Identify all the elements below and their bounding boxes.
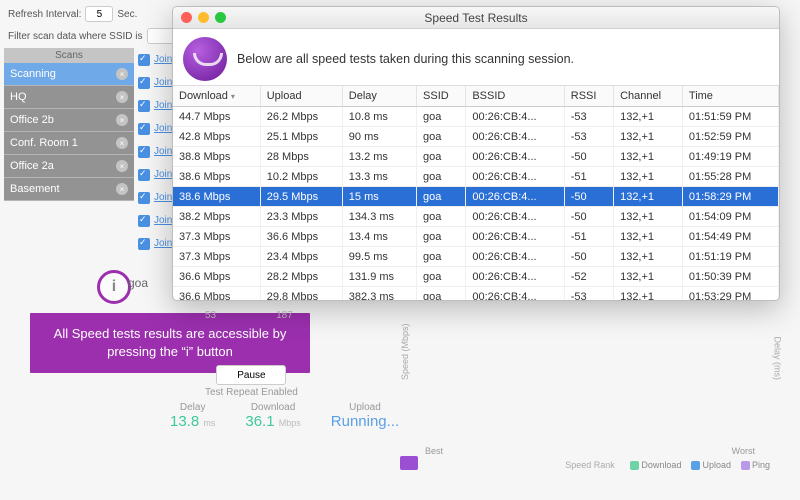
table-row[interactable]: 38.8 Mbps28 Mbps13.2 msgoa00:26:CB:4...-… bbox=[173, 147, 779, 167]
column-rssi[interactable]: RSSI bbox=[564, 86, 613, 107]
checkbox[interactable] bbox=[138, 215, 150, 227]
results-table: Download▾UploadDelaySSIDBSSIDRSSIChannel… bbox=[173, 86, 779, 300]
join-link[interactable]: Join bbox=[154, 192, 172, 203]
table-row[interactable]: 42.8 Mbps25.1 Mbps90 msgoa00:26:CB:4...-… bbox=[173, 127, 779, 147]
checkbox[interactable] bbox=[138, 192, 150, 204]
close-icon[interactable]: × bbox=[116, 183, 128, 195]
checkbox[interactable] bbox=[138, 123, 150, 135]
scans-header: Scans bbox=[4, 48, 134, 63]
chart-icon[interactable] bbox=[400, 456, 418, 470]
gauge-area: 53187 Pause Test Repeat Enabled bbox=[205, 310, 298, 398]
checkbox[interactable] bbox=[138, 100, 150, 112]
test-repeat-label: Test Repeat Enabled bbox=[205, 387, 298, 398]
titlebar[interactable]: Speed Test Results bbox=[173, 7, 779, 29]
column-delay[interactable]: Delay bbox=[342, 86, 416, 107]
join-link[interactable]: Join bbox=[154, 238, 172, 249]
table-row[interactable]: 38.6 Mbps29.5 Mbps15 msgoa00:26:CB:4...-… bbox=[173, 187, 779, 207]
refresh-label: Refresh Interval: bbox=[8, 9, 81, 20]
table-row[interactable]: 36.6 Mbps29.8 Mbps382.3 msgoa00:26:CB:4.… bbox=[173, 287, 779, 301]
sec-label: Sec. bbox=[117, 9, 137, 20]
table-row[interactable]: 37.3 Mbps36.6 Mbps13.4 msgoa00:26:CB:4..… bbox=[173, 227, 779, 247]
chart-legend: Download Upload Ping bbox=[630, 460, 770, 470]
close-icon[interactable]: × bbox=[116, 68, 128, 80]
stats-row: Delay13.8 ms Download36.1 Mbps UploadRun… bbox=[170, 402, 399, 430]
scans-sidebar: Scans Scanning×HQ×Office 2b×Conf. Room 1… bbox=[4, 48, 134, 201]
sidebar-item-basement[interactable]: Basement× bbox=[4, 178, 134, 201]
sidebar-item-office-2b[interactable]: Office 2b× bbox=[4, 109, 134, 132]
app-icon bbox=[183, 37, 227, 81]
table-row[interactable]: 44.7 Mbps26.2 Mbps10.8 msgoa00:26:CB:4..… bbox=[173, 107, 779, 127]
sidebar-item-scanning[interactable]: Scanning× bbox=[4, 63, 134, 86]
ssid-badge: goa bbox=[128, 276, 148, 290]
column-upload[interactable]: Upload bbox=[260, 86, 342, 107]
table-row[interactable]: 36.6 Mbps28.2 Mbps131.9 msgoa00:26:CB:4.… bbox=[173, 267, 779, 287]
join-link[interactable]: Join bbox=[154, 215, 172, 226]
join-link[interactable]: Join bbox=[154, 100, 172, 111]
refresh-interval-input[interactable] bbox=[85, 6, 113, 22]
table-row[interactable]: 38.2 Mbps23.3 Mbps134.3 msgoa00:26:CB:4.… bbox=[173, 207, 779, 227]
table-row[interactable]: 38.6 Mbps10.2 Mbps13.3 msgoa00:26:CB:4..… bbox=[173, 167, 779, 187]
column-channel[interactable]: Channel bbox=[614, 86, 683, 107]
filter-label: Filter scan data where SSID is bbox=[8, 31, 143, 42]
pause-button[interactable]: Pause bbox=[216, 365, 286, 385]
checkbox[interactable] bbox=[138, 169, 150, 181]
results-table-wrap[interactable]: Download▾UploadDelaySSIDBSSIDRSSIChannel… bbox=[173, 85, 779, 300]
join-link[interactable]: Join bbox=[154, 169, 172, 180]
close-icon[interactable]: × bbox=[116, 137, 128, 149]
join-link[interactable]: Join bbox=[154, 123, 172, 134]
info-button[interactable]: i bbox=[97, 270, 131, 304]
modal-heading: Below are all speed tests taken during t… bbox=[237, 52, 574, 66]
join-link[interactable]: Join bbox=[154, 146, 172, 157]
column-time[interactable]: Time bbox=[682, 86, 778, 107]
speed-chart: Speed (Mbps) Delay (ms) BestWorst Speed … bbox=[400, 300, 780, 470]
join-link[interactable]: Join bbox=[154, 54, 172, 65]
checkbox[interactable] bbox=[138, 238, 150, 250]
column-ssid[interactable]: SSID bbox=[417, 86, 466, 107]
close-icon[interactable]: × bbox=[116, 91, 128, 103]
join-link[interactable]: Join bbox=[154, 77, 172, 88]
checkbox[interactable] bbox=[138, 146, 150, 158]
window-title: Speed Test Results bbox=[173, 11, 779, 25]
close-icon[interactable]: × bbox=[116, 160, 128, 172]
close-icon[interactable]: × bbox=[116, 114, 128, 126]
sidebar-item-conf-room-1[interactable]: Conf. Room 1× bbox=[4, 132, 134, 155]
sidebar-item-office-2a[interactable]: Office 2a× bbox=[4, 155, 134, 178]
speed-test-results-window: Speed Test Results Below are all speed t… bbox=[172, 6, 780, 301]
checkbox[interactable] bbox=[138, 54, 150, 66]
table-row[interactable]: 37.3 Mbps23.4 Mbps99.5 msgoa00:26:CB:4..… bbox=[173, 247, 779, 267]
column-bssid[interactable]: BSSID bbox=[466, 86, 564, 107]
checkbox[interactable] bbox=[138, 77, 150, 89]
column-download[interactable]: Download▾ bbox=[173, 86, 260, 107]
sort-desc-icon: ▾ bbox=[231, 92, 235, 101]
sidebar-item-hq[interactable]: HQ× bbox=[4, 86, 134, 109]
